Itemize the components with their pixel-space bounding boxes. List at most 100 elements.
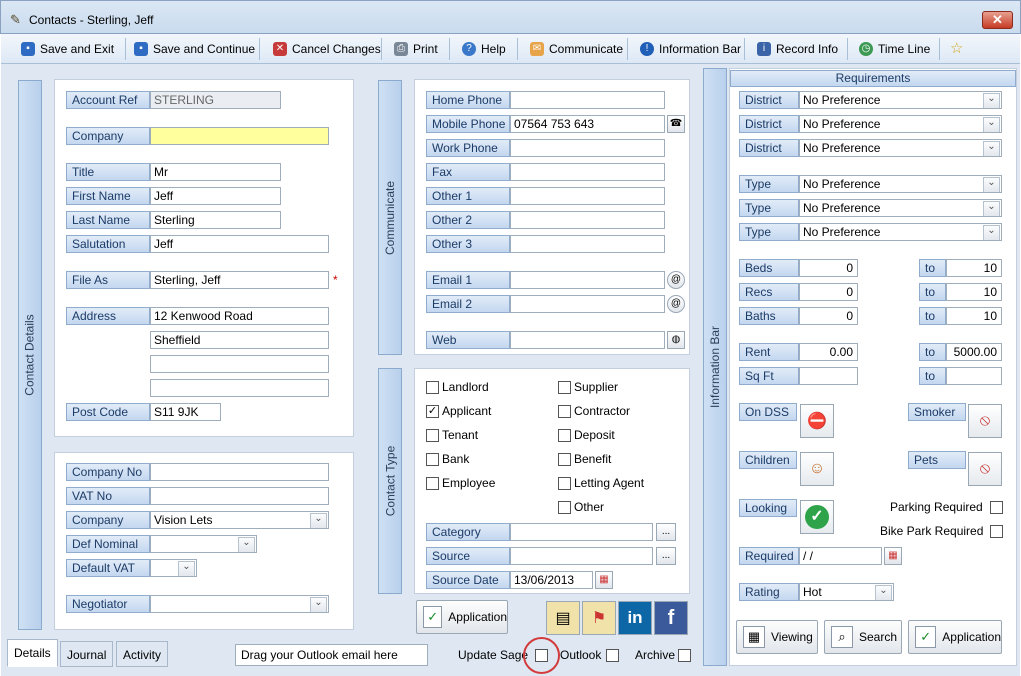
email-2-field[interactable] — [510, 295, 665, 313]
phone-dial-icon[interactable]: ☎ — [667, 115, 685, 133]
save-and-continue-button[interactable]: ▪ Save and Continue — [134, 39, 255, 59]
work-phone-field[interactable] — [510, 139, 665, 157]
looking-check-icon[interactable]: ✓ — [800, 500, 834, 534]
home-phone-field[interactable] — [510, 91, 665, 109]
information-bar-button[interactable]: ! Information Bar — [640, 39, 741, 59]
tab-communicate[interactable]: Communicate — [378, 80, 402, 355]
address-line-2[interactable]: Sheffield — [150, 331, 329, 349]
applicant-checkbox[interactable]: ✓ — [426, 405, 439, 418]
company-select[interactable]: Vision Lets — [150, 511, 329, 529]
email-at-icon[interactable]: @ — [667, 295, 685, 313]
requirements-application-button[interactable]: ✓ Application — [908, 620, 1002, 654]
search-button[interactable]: ⌕ Search — [824, 620, 902, 654]
children-icon[interactable]: ☺ — [800, 452, 834, 486]
bank-checkbox[interactable] — [426, 453, 439, 466]
letting-agent-checkbox[interactable] — [558, 477, 571, 490]
recs-from-field[interactable]: 0 — [799, 283, 858, 301]
no-pets-icon[interactable]: ⦸ — [968, 452, 1002, 486]
account-ref-field[interactable]: STERLING — [150, 91, 281, 109]
address-line-3[interactable] — [150, 355, 329, 373]
post-code-field[interactable]: S11 9JK — [150, 403, 221, 421]
source-date-field[interactable]: 13/06/2013 — [510, 571, 593, 589]
rent-from-field[interactable]: 0.00 — [799, 343, 858, 361]
source-field[interactable] — [510, 547, 653, 565]
landlord-checkbox[interactable] — [426, 381, 439, 394]
viewing-button[interactable]: ▦ Viewing — [736, 620, 818, 654]
application-button[interactable]: ✓ Application — [416, 600, 508, 634]
map-icon[interactable]: ▤ — [546, 601, 580, 635]
category-browse-button[interactable]: ... — [656, 523, 676, 541]
mobile-phone-field[interactable]: 07564 753 643 — [510, 115, 665, 133]
negotiator-select[interactable] — [150, 595, 329, 613]
beds-from-field[interactable]: 0 — [799, 259, 858, 277]
type-1-select[interactable]: No Preference — [799, 175, 1002, 193]
web-field[interactable] — [510, 331, 665, 349]
last-name-field[interactable]: Sterling — [150, 211, 281, 229]
vat-no-field[interactable] — [150, 487, 329, 505]
bike-park-required-checkbox[interactable] — [990, 525, 1003, 538]
baths-to-field[interactable]: 10 — [946, 307, 1002, 325]
address-line-4[interactable] — [150, 379, 329, 397]
calendar-icon[interactable]: ▦ — [884, 547, 902, 565]
file-as-field[interactable]: Sterling, Jeff — [150, 271, 329, 289]
tab-activity[interactable]: Activity — [116, 641, 169, 667]
district-3-select[interactable]: No Preference — [799, 139, 1002, 157]
star-button[interactable]: ☆ — [950, 39, 963, 59]
district-2-select[interactable]: No Preference — [799, 115, 1002, 133]
other-1-field[interactable] — [510, 187, 665, 205]
save-and-exit-button[interactable]: ▪ Save and Exit — [21, 39, 114, 59]
address-line-1[interactable]: 12 Kenwood Road — [150, 307, 329, 325]
tab-information-bar[interactable]: Information Bar — [703, 68, 727, 666]
tab-journal[interactable]: Journal — [60, 641, 114, 667]
archive-checkbox[interactable] — [678, 649, 691, 662]
web-globe-icon[interactable]: ◍ — [667, 331, 685, 349]
contractor-checkbox[interactable] — [558, 405, 571, 418]
calendar-icon[interactable]: ▦ — [595, 571, 613, 589]
tab-contact-details[interactable]: Contact Details — [18, 80, 42, 630]
record-info-button[interactable]: i Record Info — [757, 39, 838, 59]
cancel-changes-button[interactable]: ✕ Cancel Changes — [273, 39, 381, 59]
default-vat-select[interactable] — [150, 559, 197, 577]
email-at-icon[interactable]: @ — [667, 271, 685, 289]
communicate-button[interactable]: ✉ Communicate — [530, 39, 623, 59]
tab-details[interactable]: Details — [7, 639, 58, 667]
benefit-checkbox[interactable] — [558, 453, 571, 466]
help-button[interactable]: ? Help — [462, 39, 506, 59]
other-2-field[interactable] — [510, 211, 665, 229]
fax-field[interactable] — [510, 163, 665, 181]
required-date-field[interactable]: / / — [799, 547, 882, 565]
tab-contact-type[interactable]: Contact Type — [378, 368, 402, 594]
on-dss-toggle-icon[interactable]: ⛔ — [800, 404, 834, 438]
parking-required-checkbox[interactable] — [990, 501, 1003, 514]
email-1-field[interactable] — [510, 271, 665, 289]
tenant-checkbox[interactable] — [426, 429, 439, 442]
print-button[interactable]: ⎙ Print — [394, 39, 438, 59]
rating-select[interactable]: Hot — [799, 583, 894, 601]
recs-to-field[interactable]: 10 — [946, 283, 1002, 301]
map-pin-icon[interactable]: ⚑ — [582, 601, 616, 635]
no-smoking-icon[interactable]: ⦸ — [968, 404, 1002, 438]
beds-to-field[interactable]: 10 — [946, 259, 1002, 277]
title-field[interactable]: Mr — [150, 163, 281, 181]
type-3-select[interactable]: No Preference — [799, 223, 1002, 241]
sqft-from-field[interactable] — [799, 367, 858, 385]
baths-from-field[interactable]: 0 — [799, 307, 858, 325]
linkedin-icon[interactable]: in — [618, 601, 652, 635]
company-no-field[interactable] — [150, 463, 329, 481]
salutation-field[interactable]: Jeff — [150, 235, 329, 253]
supplier-checkbox[interactable] — [558, 381, 571, 394]
sqft-to-field[interactable] — [946, 367, 1002, 385]
district-1-select[interactable]: No Preference — [799, 91, 1002, 109]
first-name-field[interactable]: Jeff — [150, 187, 281, 205]
deposit-checkbox[interactable] — [558, 429, 571, 442]
source-browse-button[interactable]: ... — [656, 547, 676, 565]
facebook-icon[interactable]: f — [654, 601, 688, 635]
outlook-email-drop-zone[interactable]: Drag your Outlook email here — [235, 644, 428, 666]
time-line-button[interactable]: ◷ Time Line — [859, 39, 930, 59]
def-nominal-select[interactable] — [150, 535, 257, 553]
other-checkbox[interactable] — [558, 501, 571, 514]
category-field[interactable] — [510, 523, 653, 541]
employee-checkbox[interactable] — [426, 477, 439, 490]
company-field[interactable] — [150, 127, 329, 145]
rent-to-field[interactable]: 5000.00 — [946, 343, 1002, 361]
